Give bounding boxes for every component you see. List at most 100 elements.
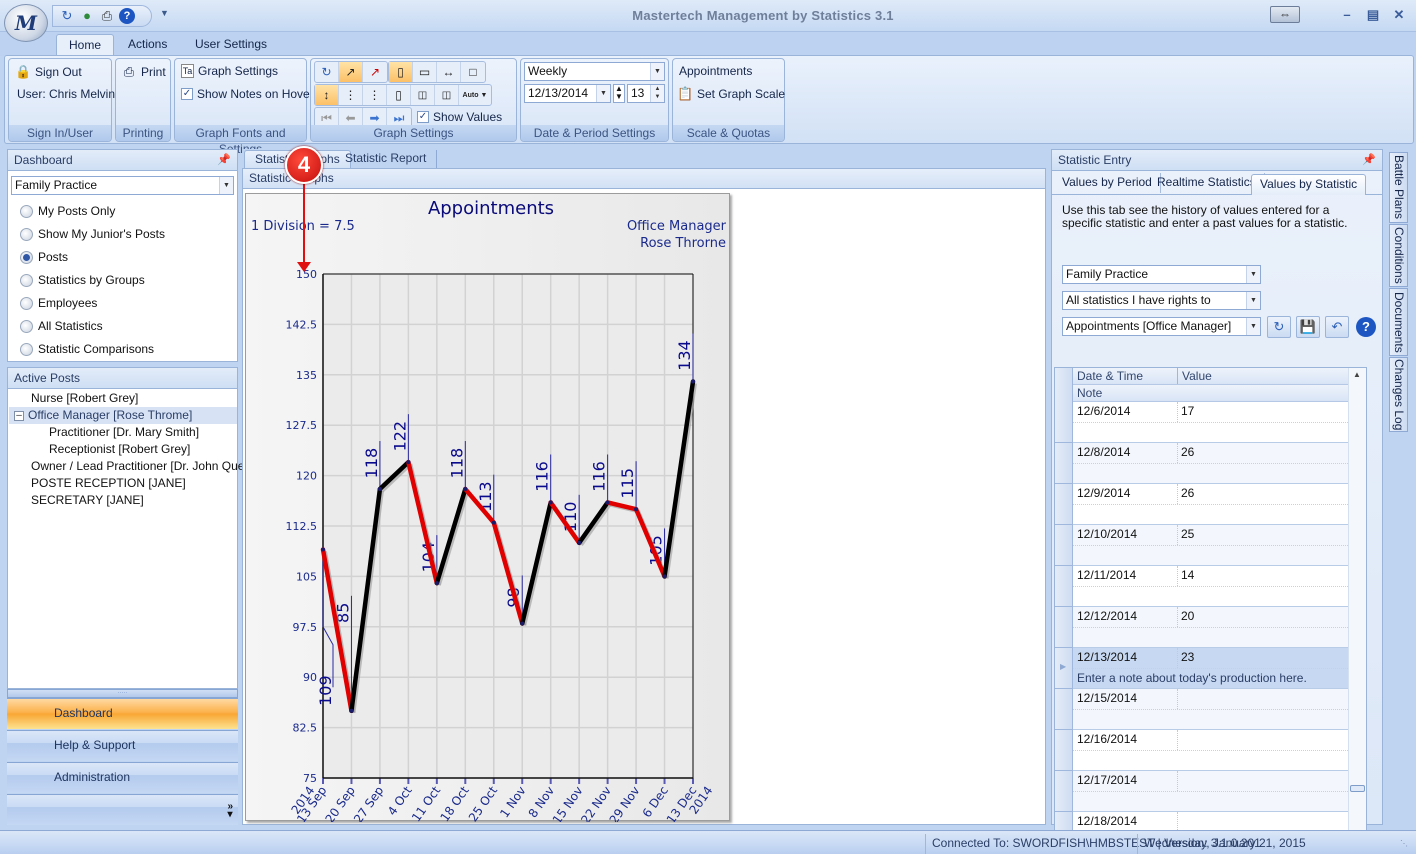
statistic-graph[interactable]: 75 82.5 90 97.5 105 112.5 120 127.5 135 142.5 150 1… bbox=[245, 193, 730, 822]
period-select[interactable]: Weekly ▼ bbox=[524, 62, 665, 81]
tab-actions[interactable]: Actions bbox=[116, 34, 179, 56]
grid-row[interactable]: 12/13/2014 23 Enter a note about today's p… bbox=[1073, 648, 1366, 689]
radio-all-statistics[interactable]: All Statistics bbox=[20, 319, 103, 333]
pin-icon[interactable]: 📌 bbox=[217, 150, 231, 170]
tab-home[interactable]: Home bbox=[56, 34, 115, 56]
column-header-date[interactable]: Date & Time bbox=[1077, 369, 1143, 383]
graph-settings-button[interactable]: Ta Graph Settings bbox=[181, 64, 278, 78]
side-tab-documents[interactable]: Documents bbox=[1389, 288, 1408, 356]
cell-value[interactable]: 26 bbox=[1181, 445, 1194, 459]
radio-statistics-by-groups[interactable]: Statistics by Groups bbox=[20, 273, 145, 287]
vertical-scrollbar[interactable]: ▲ ▼ bbox=[1348, 368, 1366, 844]
print-button[interactable]: ⎙ Print bbox=[121, 64, 166, 80]
row-selector[interactable] bbox=[1055, 689, 1073, 730]
grid-row[interactable]: 12/6/2014 17 bbox=[1073, 402, 1366, 443]
cell-note[interactable]: Enter a note about today's production he… bbox=[1077, 671, 1307, 685]
column-header-value[interactable]: Value bbox=[1177, 368, 1212, 384]
column-header-note[interactable]: Note bbox=[1073, 385, 1366, 402]
row-selector[interactable] bbox=[1055, 443, 1073, 484]
division-select[interactable]: Family Practice ▼ bbox=[11, 176, 234, 195]
cell-value[interactable]: 23 bbox=[1181, 650, 1194, 664]
scale-auto-button[interactable]: ↕ bbox=[315, 85, 339, 105]
refresh-button[interactable]: ↻ bbox=[1267, 316, 1291, 338]
sign-out-button[interactable]: 🔒 Sign Out bbox=[15, 64, 82, 80]
radio-posts[interactable]: Posts bbox=[20, 250, 68, 264]
pin-icon[interactable]: 📌 bbox=[1362, 150, 1376, 170]
side-tab-battle-plans[interactable]: Battle Plans bbox=[1389, 152, 1408, 223]
row-selector[interactable] bbox=[1055, 730, 1073, 771]
fit-page-button[interactable]: □ bbox=[461, 62, 485, 82]
cell-value[interactable]: 26 bbox=[1181, 486, 1194, 500]
nav-help-support[interactable]: Help & Support bbox=[7, 730, 238, 761]
period-count-stepper[interactable]: 13 ▲ ▼ bbox=[627, 84, 665, 103]
undo-button[interactable]: ↶ bbox=[1325, 316, 1349, 338]
scroll-thumb[interactable] bbox=[1350, 785, 1365, 792]
cell-date[interactable]: 12/10/2014 bbox=[1077, 527, 1137, 541]
tree-item[interactable]: Nurse [Robert Grey] bbox=[9, 390, 237, 407]
close-button[interactable]: ✕ bbox=[1390, 7, 1408, 23]
statistic-select[interactable]: Appointments [Office Manager] ▼ bbox=[1062, 317, 1261, 336]
scale-divisions-button[interactable]: ⋮ bbox=[339, 85, 363, 105]
row-selector[interactable] bbox=[1055, 525, 1073, 566]
scroll-up-icon[interactable]: ▲ bbox=[1353, 370, 1361, 379]
grid-row[interactable]: 12/15/2014 bbox=[1073, 689, 1366, 730]
cell-date[interactable]: 12/13/2014 bbox=[1077, 650, 1137, 664]
landscape-button[interactable]: ▭ bbox=[413, 62, 437, 82]
side-tab-changes-log[interactable]: Changes Log bbox=[1389, 357, 1408, 432]
grid-row[interactable]: 12/11/2014 14 bbox=[1073, 566, 1366, 607]
date-picker[interactable]: 12/13/2014 ▼ bbox=[524, 84, 611, 103]
statistic-filter-select[interactable]: All statistics I have rights to ▼ bbox=[1062, 291, 1261, 310]
cell-value[interactable]: 25 bbox=[1181, 527, 1194, 541]
nav-dashboard[interactable]: Dashboard bbox=[7, 698, 238, 729]
tree-item[interactable]: Receptionist [Robert Grey] bbox=[9, 441, 237, 458]
row-selector[interactable] bbox=[1055, 771, 1073, 812]
portrait-button[interactable]: ▯ bbox=[389, 62, 413, 82]
grid-row[interactable]: 12/10/2014 25 bbox=[1073, 525, 1366, 566]
nav-administration[interactable]: Administration bbox=[7, 762, 238, 793]
app-menu-button[interactable]: M bbox=[4, 4, 48, 42]
tree-item[interactable]: SECRETARY [JANE] bbox=[9, 492, 237, 509]
cell-date[interactable]: 12/16/2014 bbox=[1077, 732, 1137, 746]
save-button[interactable]: 💾 bbox=[1296, 316, 1320, 338]
trend-reverse-button[interactable]: ↗ bbox=[363, 62, 387, 82]
grid-row[interactable]: 12/12/2014 20 bbox=[1073, 607, 1366, 648]
cell-value[interactable]: 17 bbox=[1181, 404, 1194, 418]
cell-date[interactable]: 12/11/2014 bbox=[1077, 568, 1136, 582]
radio-my-posts-only[interactable]: My Posts Only bbox=[20, 204, 115, 218]
radio-juniors-posts[interactable]: Show My Junior's Posts bbox=[20, 227, 165, 241]
row-selector[interactable] bbox=[1055, 484, 1073, 525]
maximize-button[interactable]: ▤ bbox=[1364, 7, 1382, 23]
tree-item[interactable]: Practitioner [Dr. Mary Smith] bbox=[9, 424, 237, 441]
row-selector[interactable]: ▶ bbox=[1055, 648, 1073, 689]
cell-value[interactable]: 14 bbox=[1181, 568, 1194, 582]
collapse-icon[interactable]: – bbox=[14, 410, 24, 421]
cell-date[interactable]: 12/6/2014 bbox=[1077, 404, 1130, 418]
columns-two-button[interactable]: ◫ bbox=[411, 85, 435, 105]
tree-item-selected[interactable]: – Office Manager [Rose Throme] bbox=[9, 407, 237, 424]
grid-row[interactable]: 12/9/2014 26 bbox=[1073, 484, 1366, 525]
overflow-chevron-icon[interactable]: » ▾ bbox=[227, 802, 233, 820]
grid-row[interactable]: 12/8/2014 26 bbox=[1073, 443, 1366, 484]
cell-date[interactable]: 12/9/2014 bbox=[1077, 486, 1130, 500]
date-spinner[interactable]: ▲ ▼ bbox=[613, 84, 625, 103]
splitter-handle[interactable]: ····· bbox=[7, 689, 238, 698]
scale-divisions-alt-button[interactable]: ⋮ bbox=[363, 85, 387, 105]
row-selector[interactable] bbox=[1055, 566, 1073, 607]
cell-date[interactable]: 12/18/2014 bbox=[1077, 814, 1137, 828]
side-tab-conditions[interactable]: Conditions bbox=[1389, 224, 1408, 287]
grid-row[interactable]: 12/17/2014 bbox=[1073, 771, 1366, 812]
tab-user-settings[interactable]: User Settings bbox=[183, 34, 279, 56]
cell-date[interactable]: 12/12/2014 bbox=[1077, 609, 1137, 623]
row-selector[interactable] bbox=[1055, 607, 1073, 648]
auto-scale-dropdown[interactable]: Auto ▼ bbox=[459, 85, 491, 105]
tab-values-by-period[interactable]: Values by Period bbox=[1054, 173, 1161, 193]
tab-values-by-statistic[interactable]: Values by Statistic bbox=[1251, 174, 1367, 195]
set-graph-scale-button[interactable]: 📋 Set Graph Scale bbox=[677, 86, 785, 102]
row-selector[interactable] bbox=[1055, 402, 1073, 443]
trend-line-button[interactable]: ↗ bbox=[339, 62, 363, 82]
cell-date[interactable]: 12/8/2014 bbox=[1077, 445, 1130, 459]
fit-width-button[interactable]: ↔ bbox=[437, 62, 461, 82]
page-top-button[interactable]: ▯ bbox=[387, 85, 411, 105]
refresh-graph-button[interactable]: ↻ bbox=[315, 62, 339, 82]
tree-item[interactable]: POSTE RECEPTION [JANE] bbox=[9, 475, 237, 492]
